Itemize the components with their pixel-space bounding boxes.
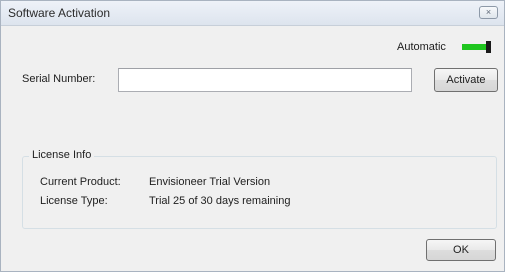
license-type-label: License Type: bbox=[40, 195, 108, 207]
title-bar[interactable]: Software Activation × bbox=[1, 1, 504, 26]
activation-dialog: Software Activation × Automatic Serial N… bbox=[0, 0, 505, 272]
license-info-title: License Info bbox=[29, 149, 95, 161]
current-product-value: Envisioneer Trial Version bbox=[149, 176, 271, 188]
window-title: Software Activation bbox=[8, 6, 111, 20]
current-product-label: Current Product: bbox=[40, 176, 121, 188]
toggle-track bbox=[462, 44, 488, 50]
serial-number-label: Serial Number: bbox=[22, 73, 96, 85]
serial-number-input[interactable] bbox=[118, 68, 412, 92]
license-type-value: Trial 25 of 30 days remaining bbox=[149, 195, 291, 207]
ok-button[interactable]: OK bbox=[426, 239, 496, 261]
activate-button[interactable]: Activate bbox=[434, 68, 498, 92]
license-info-group bbox=[22, 156, 497, 229]
close-button[interactable]: × bbox=[479, 6, 498, 19]
automatic-toggle[interactable] bbox=[462, 41, 492, 53]
toggle-knob[interactable] bbox=[486, 41, 491, 53]
close-icon: × bbox=[485, 7, 492, 17]
automatic-label: Automatic bbox=[397, 41, 446, 53]
